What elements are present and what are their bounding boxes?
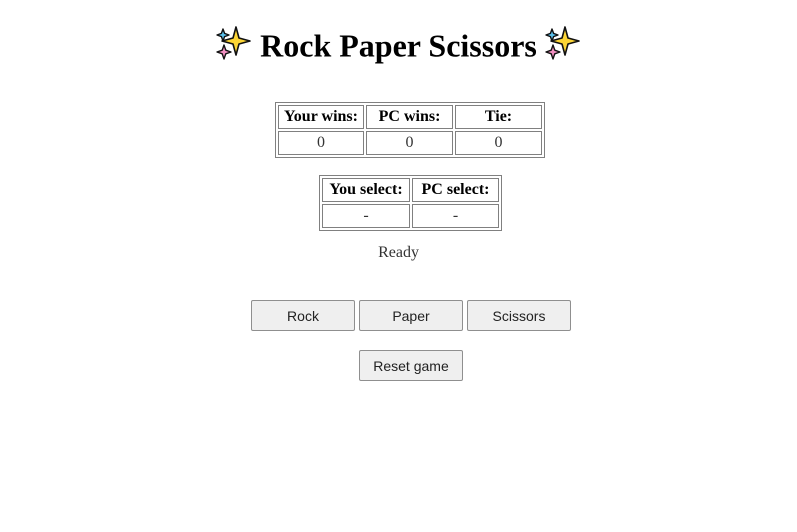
page-title: Rock Paper Scissors <box>0 18 797 70</box>
pc-select-header: PC select: <box>412 178 499 202</box>
tie-header: Tie: <box>455 105 542 129</box>
pc-wins-header: PC wins: <box>366 105 453 129</box>
your-wins-value: 0 <box>278 131 364 155</box>
reset-game-button[interactable]: Reset game <box>359 350 463 381</box>
you-select-value: - <box>322 204 410 228</box>
scissors-button[interactable]: Scissors <box>467 300 571 331</box>
your-wins-header: Your wins: <box>278 105 364 129</box>
score-table: Your wins: PC wins: Tie: 0 0 0 <box>275 102 545 158</box>
selection-table: You select: PC select: - - <box>319 175 502 231</box>
pc-select-value: - <box>412 204 499 228</box>
sparkles-icon <box>543 23 583 63</box>
score-header-row: Your wins: PC wins: Tie: <box>278 105 542 129</box>
title-text: Rock Paper Scissors <box>260 27 537 64</box>
rock-button[interactable]: Rock <box>251 300 355 331</box>
paper-button[interactable]: Paper <box>359 300 463 331</box>
status-text: Ready <box>378 244 419 261</box>
selection-header-row: You select: PC select: <box>322 178 499 202</box>
selection-value-row: - - <box>322 204 499 228</box>
score-value-row: 0 0 0 <box>278 131 542 155</box>
pc-wins-value: 0 <box>366 131 453 155</box>
sparkles-icon <box>214 23 254 63</box>
tie-value: 0 <box>455 131 542 155</box>
you-select-header: You select: <box>322 178 410 202</box>
